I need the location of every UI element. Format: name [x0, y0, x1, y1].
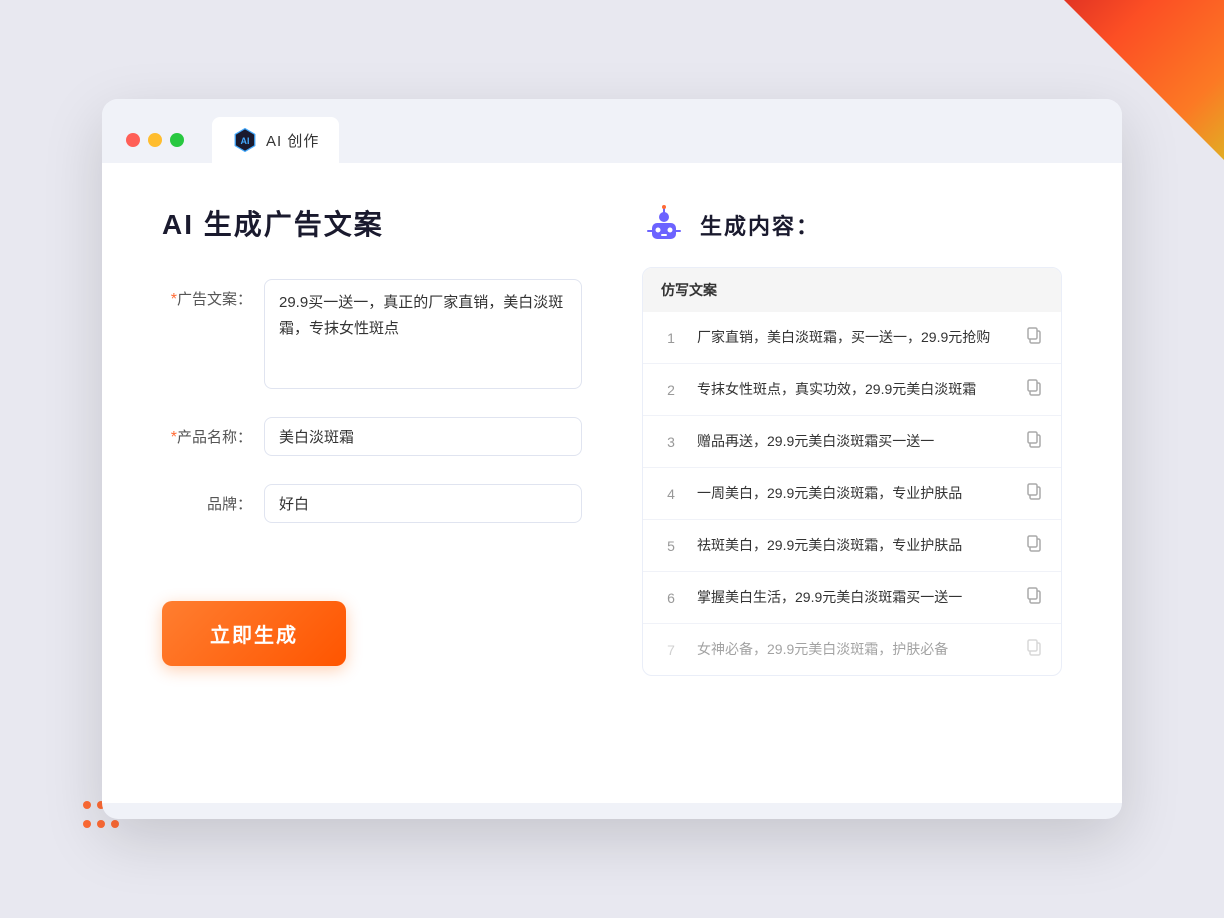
copy-button[interactable]: [1025, 326, 1043, 349]
table-header: 仿写文案: [643, 268, 1061, 312]
copy-button[interactable]: [1025, 430, 1043, 453]
result-row: 1 厂家直销，美白淡斑霜，买一送一，29.9元抢购: [643, 312, 1061, 364]
result-row: 3 赠品再送，29.9元美白淡斑霜买一送一: [643, 416, 1061, 468]
copy-button[interactable]: [1025, 586, 1043, 609]
product-name-group: *产品名称：: [162, 417, 582, 456]
close-button[interactable]: [126, 133, 140, 147]
tab-label: AI 创作: [266, 130, 319, 151]
ad-copy-input[interactable]: [264, 279, 582, 389]
row-text: 厂家直销，美白淡斑霜，买一送一，29.9元抢购: [697, 327, 1009, 348]
product-name-input[interactable]: [264, 417, 582, 456]
result-row: 4 一周美白，29.9元美白淡斑霜，专业护肤品: [643, 468, 1061, 520]
copy-button[interactable]: [1025, 378, 1043, 401]
row-number: 1: [661, 330, 681, 346]
row-number: 7: [661, 642, 681, 658]
copy-button[interactable]: [1025, 482, 1043, 505]
results-table: 仿写文案 1 厂家直销，美白淡斑霜，买一送一，29.9元抢购 2 专抹女性斑点，真实…: [642, 267, 1062, 676]
brand-label: 品牌：: [162, 484, 252, 515]
copy-button[interactable]: [1025, 638, 1043, 661]
row-text: 祛斑美白，29.9元美白淡斑霜，专业护肤品: [697, 535, 1009, 556]
row-text: 一周美白，29.9元美白淡斑霜，专业护肤品: [697, 483, 1009, 504]
table-header-text: 仿写文案: [661, 282, 717, 298]
browser-tab[interactable]: AI AI 创作: [212, 117, 339, 163]
generate-button[interactable]: 立即生成: [162, 601, 346, 666]
window-controls: [126, 133, 184, 147]
result-row: 6 掌握美白生活，29.9元美白淡斑霜买一送一: [643, 572, 1061, 624]
row-number: 3: [661, 434, 681, 450]
row-text: 女神必备，29.9元美白淡斑霜，护肤必备: [697, 639, 1009, 660]
svg-text:AI: AI: [241, 136, 250, 146]
brand-group: 品牌：: [162, 484, 582, 523]
right-panel-title: 生成内容：: [700, 209, 820, 241]
copy-button[interactable]: [1025, 534, 1043, 557]
robot-icon: [642, 203, 686, 247]
row-number: 4: [661, 486, 681, 502]
left-panel: AI 生成广告文案 *广告文案： *产品名称： 品牌： 立: [162, 203, 582, 753]
product-name-label: *产品名称：: [162, 417, 252, 449]
brand-input[interactable]: [264, 484, 582, 523]
row-number: 6: [661, 590, 681, 606]
ad-copy-group: *广告文案：: [162, 279, 582, 389]
ai-logo-icon: AI: [232, 127, 258, 153]
result-row: 5 祛斑美白，29.9元美白淡斑霜，专业护肤品: [643, 520, 1061, 572]
row-text: 专抹女性斑点，真实功效，29.9元美白淡斑霜: [697, 379, 1009, 400]
row-text: 赠品再送，29.9元美白淡斑霜买一送一: [697, 431, 1009, 452]
row-text: 掌握美白生活，29.9元美白淡斑霜买一送一: [697, 587, 1009, 608]
row-number: 5: [661, 538, 681, 554]
row-number: 2: [661, 382, 681, 398]
right-header: 生成内容：: [642, 203, 1062, 247]
result-row: 7 女神必备，29.9元美白淡斑霜，护肤必备: [643, 624, 1061, 675]
result-row: 2 专抹女性斑点，真实功效，29.9元美白淡斑霜: [643, 364, 1061, 416]
results-list: 1 厂家直销，美白淡斑霜，买一送一，29.9元抢购 2 专抹女性斑点，真实功效，29…: [643, 312, 1061, 675]
minimize-button[interactable]: [148, 133, 162, 147]
title-bar: AI AI 创作: [102, 99, 1122, 163]
content-area: AI 生成广告文案 *广告文案： *产品名称： 品牌： 立: [102, 163, 1122, 803]
page-title: AI 生成广告文案: [162, 203, 582, 243]
browser-window: AI AI 创作 AI 生成广告文案 *广告文案： *产品名称：: [102, 99, 1122, 819]
ad-copy-label: *广告文案：: [162, 279, 252, 311]
right-panel: 生成内容： 仿写文案 1 厂家直销，美白淡斑霜，买一送一，29.9元抢购 2 专抹女…: [642, 203, 1062, 753]
maximize-button[interactable]: [170, 133, 184, 147]
